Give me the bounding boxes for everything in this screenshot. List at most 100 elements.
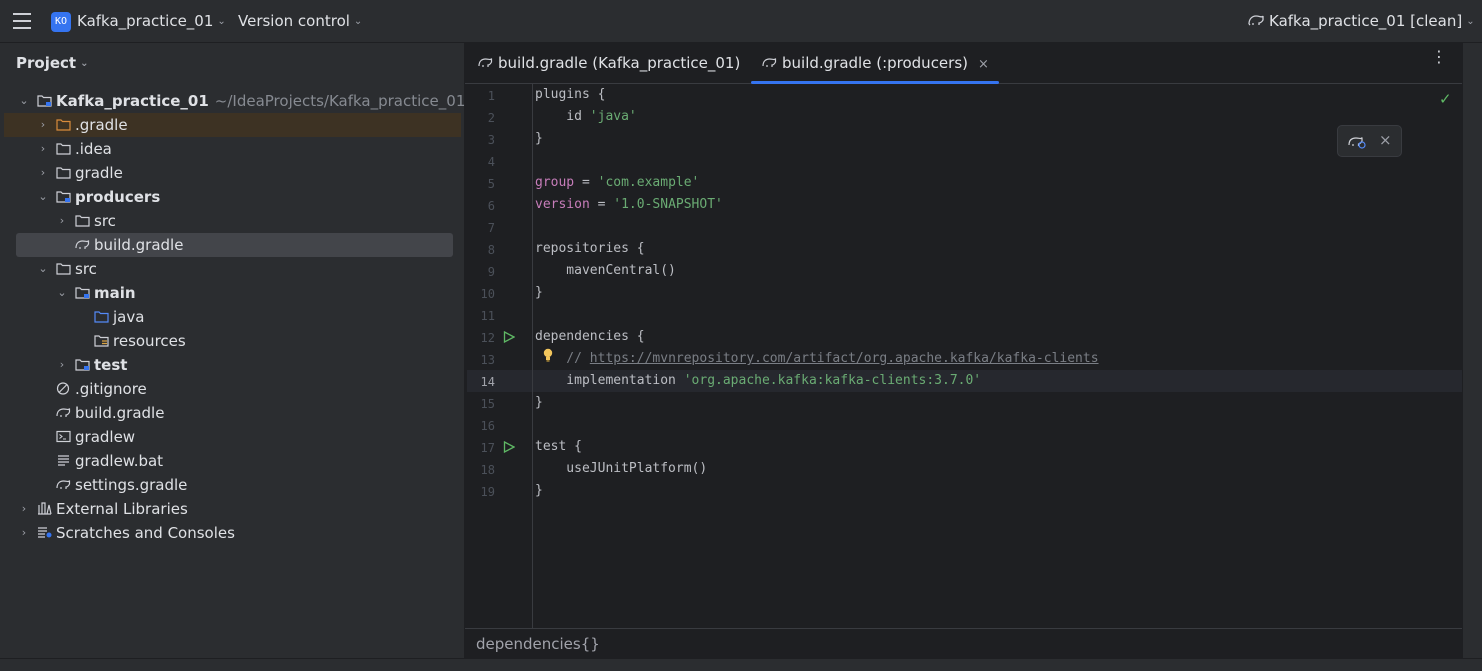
code-text: = bbox=[574, 175, 598, 190]
tab-root-build-gradle[interactable]: build.gradle (Kafka_practice_01) bbox=[477, 43, 740, 83]
close-icon[interactable]: × bbox=[1379, 131, 1392, 149]
tree-item-label: gradlew bbox=[75, 428, 136, 446]
editor-tabs: build.gradle (Kafka_practice_01) build.g… bbox=[465, 43, 1465, 84]
gradle-sync-icon[interactable] bbox=[1348, 134, 1366, 149]
chevron-down-icon[interactable]: ⌄ bbox=[37, 257, 49, 281]
chevron-down-icon[interactable]: ⌄ bbox=[56, 281, 68, 305]
gradle-sync-floating-toolbar: × bbox=[1337, 125, 1402, 157]
code-line: // https://mvnrepository.com/artifact/or… bbox=[535, 351, 1099, 366]
run-gutter-icon[interactable] bbox=[503, 441, 515, 453]
tree-item-scratches[interactable]: › Scratches and Consoles bbox=[4, 521, 461, 545]
close-icon[interactable]: × bbox=[978, 57, 989, 72]
module-folder-icon bbox=[37, 95, 52, 107]
tree-item-label: Kafka_practice_01 bbox=[56, 92, 209, 110]
gradle-elephant-icon bbox=[75, 240, 90, 249]
tree-item-producers[interactable]: ⌄ producers bbox=[4, 185, 461, 209]
line-number: 5 bbox=[487, 177, 495, 191]
run-config-label: Kafka_practice_01 [clean] bbox=[1269, 12, 1463, 30]
chevron-down-icon[interactable]: ⌄ bbox=[18, 89, 30, 113]
tree-item-idea[interactable]: › .idea bbox=[4, 137, 461, 161]
main-menu-icon[interactable] bbox=[13, 13, 31, 29]
run-gutter-icon[interactable] bbox=[503, 331, 515, 343]
tree-item-label: java bbox=[113, 308, 145, 326]
code-line: test { bbox=[535, 439, 582, 454]
tab-label: build.gradle (:producers) bbox=[782, 54, 968, 72]
code-text: id bbox=[535, 109, 590, 124]
code-editor[interactable]: 1 2 3 4 5 6 7 8 9 10 11 12 13 14 15 16 1… bbox=[465, 84, 1462, 628]
inspection-ok-icon[interactable]: ✓ bbox=[1439, 90, 1452, 108]
tab-producers-build-gradle[interactable]: build.gradle (:producers) × bbox=[751, 43, 999, 84]
project-badge[interactable]: KO bbox=[51, 12, 71, 32]
chevron-right-icon[interactable]: › bbox=[18, 521, 30, 545]
tree-item-build-gradle[interactable]: build.gradle bbox=[4, 401, 461, 425]
tree-item-test[interactable]: › test bbox=[4, 353, 461, 377]
code-line: } bbox=[535, 285, 543, 300]
tree-item-producers-src[interactable]: › src bbox=[4, 209, 461, 233]
module-folder-icon bbox=[75, 287, 90, 299]
tree-item-gitignore[interactable]: .gitignore bbox=[4, 377, 461, 401]
folder-icon bbox=[56, 263, 71, 275]
text-file-icon bbox=[58, 455, 69, 466]
chevron-down-icon[interactable]: ⌄ bbox=[37, 185, 49, 209]
tree-item-producers-build-gradle[interactable]: build.gradle bbox=[16, 233, 453, 257]
project-widget[interactable]: Kafka_practice_01 ⌄ bbox=[77, 12, 226, 30]
line-number: 19 bbox=[480, 485, 495, 499]
line-number: 16 bbox=[480, 419, 495, 433]
line-number: 10 bbox=[480, 287, 495, 301]
breadcrumb[interactable]: dependencies{} bbox=[476, 635, 600, 653]
tree-item-gradle[interactable]: › gradle bbox=[4, 161, 461, 185]
code-text: } bbox=[535, 285, 543, 300]
project-panel-header[interactable]: Project ⌄ bbox=[16, 54, 88, 72]
libraries-icon bbox=[38, 502, 52, 515]
tree-item-src[interactable]: ⌄ src bbox=[4, 257, 461, 281]
line-number: 17 bbox=[480, 441, 495, 455]
code-text: mavenCentral() bbox=[535, 263, 676, 278]
chevron-right-icon[interactable]: › bbox=[18, 497, 30, 521]
chevron-down-icon: ⌄ bbox=[1466, 16, 1475, 27]
tree-item-root[interactable]: ⌄ Kafka_practice_01 ~/IdeaProjects/Kafka_… bbox=[4, 89, 465, 113]
gradle-elephant-icon bbox=[56, 408, 71, 417]
chevron-right-icon[interactable]: › bbox=[37, 113, 49, 137]
chevron-down-icon: ⌄ bbox=[80, 58, 89, 69]
chevron-right-icon[interactable]: › bbox=[56, 209, 68, 233]
code-text: dependencies { bbox=[535, 329, 645, 344]
tree-item-gradle-dir[interactable]: › .gradle bbox=[4, 113, 461, 137]
tree-item-external-libraries[interactable]: › External Libraries bbox=[4, 497, 461, 521]
vcs-widget[interactable]: Version control ⌄ bbox=[238, 12, 362, 30]
comment-link[interactable]: https://mvnrepository.com/artifact/org.a… bbox=[590, 351, 1099, 366]
chevron-right-icon[interactable]: › bbox=[37, 137, 49, 161]
project-name: Kafka_practice_01 bbox=[77, 12, 214, 30]
chevron-right-icon[interactable]: › bbox=[37, 161, 49, 185]
tree-item-main[interactable]: ⌄ main bbox=[4, 281, 461, 305]
tree-item-label: gradlew.bat bbox=[75, 452, 164, 470]
tree-item-gradlew[interactable]: gradlew bbox=[4, 425, 461, 449]
code-line: useJUnitPlatform() bbox=[535, 461, 707, 476]
module-folder-icon bbox=[56, 191, 71, 203]
more-options-icon[interactable]: ⋮ bbox=[1431, 49, 1447, 65]
folder-icon bbox=[56, 167, 71, 179]
tab-label: build.gradle (Kafka_practice_01) bbox=[498, 54, 741, 72]
chevron-right-icon[interactable]: › bbox=[56, 353, 68, 377]
code-text: } bbox=[535, 131, 543, 146]
run-config-widget[interactable]: Kafka_practice_01 [clean] ⌄ bbox=[1247, 12, 1475, 30]
tree-item-label: resources bbox=[113, 332, 186, 350]
line-number: 12 bbox=[480, 331, 495, 345]
tree-item-label: .idea bbox=[75, 140, 112, 158]
chevron-down-icon: ⌄ bbox=[217, 16, 226, 27]
tree-item-resources[interactable]: resources bbox=[4, 329, 461, 353]
folder-icon bbox=[75, 215, 90, 227]
line-number-current: 14 bbox=[480, 375, 495, 389]
tree-item-java[interactable]: java bbox=[4, 305, 461, 329]
code-string: '1.0-SNAPSHOT' bbox=[613, 197, 723, 212]
tree-item-settings-gradle[interactable]: settings.gradle bbox=[4, 473, 461, 497]
code-text: repositories { bbox=[535, 241, 645, 256]
folder-icon bbox=[56, 143, 71, 155]
line-number: 4 bbox=[487, 155, 495, 169]
tree-item-label: .gitignore bbox=[75, 380, 147, 398]
breadcrumb-bar: dependencies{} bbox=[465, 628, 1462, 658]
tree-item-label: producers bbox=[75, 188, 161, 206]
code-line: plugins { bbox=[535, 87, 605, 102]
code-string: 'java' bbox=[589, 109, 637, 124]
tree-item-gradlew-bat[interactable]: gradlew.bat bbox=[4, 449, 461, 473]
code-property: group bbox=[535, 175, 575, 190]
